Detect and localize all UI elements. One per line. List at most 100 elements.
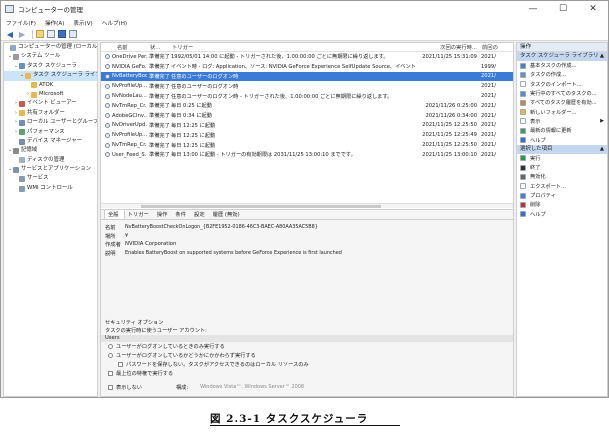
action-item[interactable]: 終了 (517, 163, 607, 172)
option-hidden[interactable]: 表示しない 構成: Windows Vista™, Windows Server… (101, 383, 513, 392)
menu-help[interactable]: ヘルプ(H) (102, 19, 127, 27)
actions-section-library[interactable]: タスク スケジューラ ライブラリ ▲ (517, 52, 607, 61)
task-icon (105, 113, 110, 119)
table-row[interactable]: NvProfileUp... 準備完了 毎日 12:25 に起動 2021/11/25… (101, 130, 513, 140)
collapse-arrow-icon[interactable]: ▲ (600, 52, 604, 61)
tree-label: WMI コントロール (27, 184, 73, 191)
scrollbar-thumb[interactable] (141, 205, 381, 208)
table-row[interactable]: NvTmRep_Cr... 準備完了 毎日 12:25 に起動 2021/11/25 … (101, 140, 513, 150)
forward-arrow-icon[interactable]: ▶ (17, 30, 27, 39)
table-row[interactable]: NvDriverUpd... 準備完了 毎日 12:25 に起動 2021/11/25… (101, 121, 513, 131)
tree-item-local-users[interactable]: › ローカル ユーザーとグループ (4, 118, 97, 127)
menu-file[interactable]: ファイル(F) (6, 19, 36, 27)
tree-item-services[interactable]: サービス (4, 174, 97, 183)
action-item[interactable]: タスクのインポート... (517, 80, 607, 89)
action-item[interactable]: 表示 ▶ (517, 117, 607, 126)
show-hide-icon[interactable] (69, 30, 77, 38)
tree-item-storage[interactable]: ⌄ 記憶域 (4, 146, 97, 155)
tab-triggers[interactable]: トリガー (125, 210, 154, 219)
option-logged-on[interactable]: ユーザーがログオンしているときのみ実行する (101, 342, 513, 351)
prop-location-value[interactable]: ¥ (123, 233, 128, 239)
close-button[interactable]: ✕ (578, 1, 608, 17)
tab-history[interactable]: 履歴 (無効) (210, 210, 245, 219)
task-icon (105, 132, 110, 138)
tab-settings[interactable]: 設定 (191, 210, 210, 219)
tree-item-atok[interactable]: ATOK (4, 81, 97, 90)
table-row[interactable]: NvProfileUp... 準備完了 任意のユーザーのログオン時 2021/ (101, 81, 513, 91)
action-item[interactable]: 基本タスクの作成... (517, 61, 607, 70)
tab-actions[interactable]: 操作 (154, 210, 173, 219)
radio-icon[interactable] (108, 352, 113, 358)
column-status[interactable]: 状... (147, 43, 169, 51)
tree-item-system-tools[interactable]: ⌄ システム ツール (4, 52, 97, 61)
tree-item-task-scheduler[interactable]: ⌄ タスク スケジューラ (4, 62, 97, 71)
tree-item-shared-folders[interactable]: › 共有フォルダー (4, 109, 97, 118)
help-icon[interactable] (58, 30, 66, 38)
column-last-run[interactable]: 前回の (479, 43, 509, 51)
tab-conditions[interactable]: 条件 (172, 210, 191, 219)
action-label: エクスポート... (530, 183, 566, 190)
tree-item-disk-mgmt[interactable]: ディスクの管理 (4, 156, 97, 165)
export-icon (520, 183, 526, 190)
option-whether-logged-on[interactable]: ユーザーがログオンしているかどうかにかかわらず実行する (101, 351, 513, 360)
table-row[interactable]: OneDrive Per... 準備完了 1992/05/01 14:00 に起動 … (101, 52, 513, 62)
actions-section-selected[interactable]: 選択した項目 ▲ (517, 144, 607, 154)
table-row[interactable]: NVIDIA GeFo... 準備完了 イベント時 - ログ: Applicatio… (101, 62, 513, 72)
option-label: 表示しない (116, 384, 142, 391)
table-row[interactable]: NvBatteryBoo...準備完了任意のユーザーのログオン時 2021/ (101, 71, 513, 82)
radio-icon[interactable] (108, 343, 113, 349)
back-arrow-icon[interactable]: ◀ (5, 30, 15, 39)
collapse-arrow-icon[interactable]: ▲ (600, 145, 604, 154)
tree-item-performance[interactable]: › パフォーマンス (4, 128, 97, 137)
option-label: パスワードを保存しない。タスクがアクセスできるのはローカル リソースのみ (126, 361, 309, 368)
action-item[interactable]: 無効化 (517, 172, 607, 181)
tree-item-event-viewer[interactable]: › イベント ビューアー (4, 99, 97, 108)
folder-icon (25, 72, 31, 79)
action-item[interactable]: ヘルプ (517, 209, 607, 218)
maximize-button[interactable]: ☐ (548, 1, 578, 17)
column-trigger[interactable]: トリガー (169, 43, 415, 51)
table-row[interactable]: NvTmRep_Cr... 準備完了 毎日 0:25 に起動 2021/11/26 0… (101, 101, 513, 111)
option-no-password[interactable]: パスワードを保存しない。タスクがアクセスできるのはローカル リソースのみ (101, 360, 513, 369)
prop-desc-value[interactable]: Enables BatteryBoost on supported system… (123, 250, 342, 256)
tree-item-wmi[interactable]: WMI コントロール (4, 184, 97, 193)
up-folder-icon[interactable] (36, 30, 44, 38)
prop-location-row: 場所 ¥ (101, 232, 513, 241)
action-item[interactable]: 最新の情報に更新 (517, 126, 607, 135)
tree-label: ATOK (39, 81, 54, 88)
action-item[interactable]: 実行中のすべてのタスクの... (517, 89, 607, 98)
action-item[interactable]: ヘルプ (517, 135, 607, 144)
tree-item-root[interactable]: コンピューターの管理 (ローカル) (4, 43, 97, 52)
checkbox-icon[interactable] (108, 370, 113, 376)
option-highest-privileges[interactable]: 最上位の特権で実行する (101, 369, 513, 378)
properties-icon[interactable] (47, 30, 55, 38)
cell-last-run: 2021/ (481, 102, 496, 109)
action-item[interactable]: プロパティ (517, 191, 607, 200)
checkbox-icon[interactable] (108, 384, 113, 390)
action-item[interactable]: エクスポート... (517, 182, 607, 191)
table-row[interactable]: User_Feed_S... 準備完了 毎日 13:00 に起動 - トリガーの有効… (101, 150, 513, 160)
prop-author-value[interactable]: NVIDIA Corporation (123, 241, 176, 247)
minimize-button[interactable]: — (518, 1, 548, 17)
tree-item-device-manager[interactable]: デバイス マネージャー (4, 137, 97, 146)
action-item[interactable]: タスクの作成... (517, 70, 607, 79)
checkbox-icon[interactable] (118, 361, 123, 367)
action-item[interactable]: 実行 (517, 154, 607, 163)
prop-name-value[interactable]: NvBatteryBoostCheckOnLogon_{B2FE1952-018… (123, 224, 318, 230)
table-row[interactable]: NvNodeLau... 準備完了 任意のユーザーのログオン時 - トリガーされた後… (101, 91, 513, 101)
task-name: User_Feed_S... (112, 151, 147, 158)
tree-item-services-apps[interactable]: ⌄ サービスとアプリケーション (4, 165, 97, 174)
action-item[interactable]: すべてのタスク履歴を有効... (517, 98, 607, 107)
tree-item-microsoft[interactable]: › Microsoft (4, 90, 97, 99)
tree-item-task-library[interactable]: ⌄ タスク スケジューラ ライブ (4, 71, 97, 81)
action-item[interactable]: 削除 (517, 200, 607, 209)
horizontal-scrollbar[interactable] (101, 203, 513, 208)
menu-action[interactable]: 操作(A) (45, 19, 64, 27)
column-next-run[interactable]: 次回の実行時... (415, 43, 479, 51)
column-name[interactable]: 名前 (101, 43, 147, 51)
menu-view[interactable]: 表示(V) (73, 19, 92, 27)
tab-general[interactable]: 全般 (104, 209, 125, 219)
action-item[interactable]: 新しいフォルダー... (517, 107, 607, 116)
config-value[interactable]: Windows Vista™, Windows Server™ 2008 (200, 384, 304, 390)
table-row[interactable]: AdobeGCInv... 準備完了 毎日 0:34 に起動 2021/11/26 0… (101, 111, 513, 121)
